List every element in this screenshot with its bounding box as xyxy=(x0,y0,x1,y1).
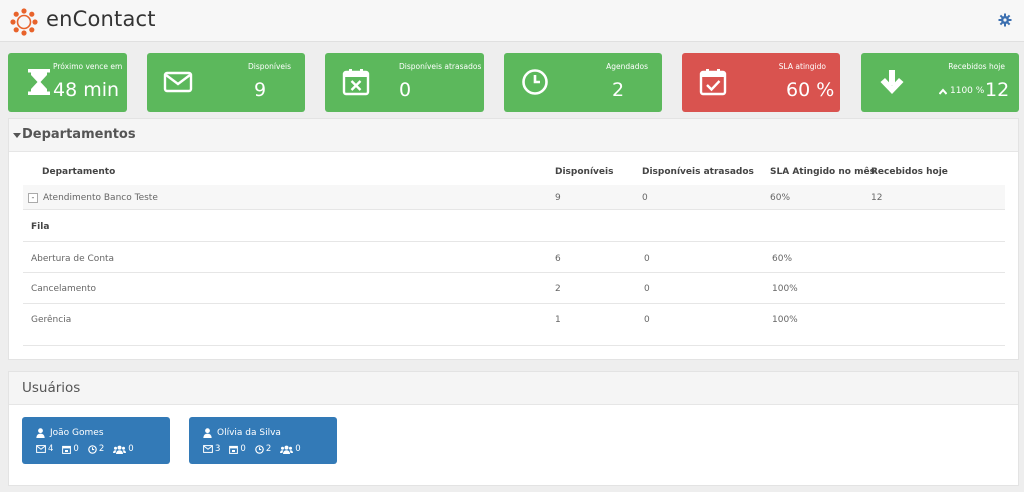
tile-label: Agendados xyxy=(606,62,648,71)
table-header-row: Departamento Disponíveis Disponíveis atr… xyxy=(23,152,1005,185)
collapse-toggle-button[interactable]: - xyxy=(28,193,38,203)
department-name: Atendimento Banco Teste xyxy=(43,193,158,203)
user-calendar-count: 0 xyxy=(73,444,79,454)
col-header-sla: SLA Atingido no mês xyxy=(770,167,875,177)
user-messages-count: 4 xyxy=(48,444,54,454)
tile-label: Próximo vence em xyxy=(53,62,123,71)
tile-disponiveis-atrasados[interactable]: Disponíveis atrasados 0 xyxy=(325,53,484,112)
user-clock-count: 2 xyxy=(265,444,272,454)
departments-table: Departamento Disponíveis Disponíveis atr… xyxy=(23,152,1005,347)
queue-header-fila: Fila xyxy=(31,222,50,232)
col-header-recebidos: Recebidos hoje xyxy=(871,167,948,177)
users-panel-header: Usuários xyxy=(9,372,1018,405)
department-disponiveis: 9 xyxy=(555,193,561,203)
user-stat-groups: 0 xyxy=(280,444,301,454)
user-groups-count: 0 xyxy=(128,444,134,454)
user-messages-count: 3 xyxy=(215,444,221,454)
tile-label: Disponíveis atrasados xyxy=(399,62,482,71)
calendar-check-icon xyxy=(699,69,727,96)
user-icon xyxy=(203,428,212,438)
queue-atrasados: 0 xyxy=(644,284,650,294)
queue-name: Gerência xyxy=(31,315,72,325)
user-card[interactable]: Olívia da Silva 3 0 2 0 xyxy=(189,417,337,464)
envelope-icon xyxy=(203,445,213,453)
tile-agendados[interactable]: Agendados 2 xyxy=(504,53,662,112)
tile-value: 48 min xyxy=(53,79,120,101)
col-header-departamento: Departamento xyxy=(42,167,116,177)
envelope-icon xyxy=(163,71,193,93)
department-recebidos: 12 xyxy=(871,193,883,203)
brand-name[interactable]: enContact xyxy=(46,7,156,31)
queue-disponiveis: 1 xyxy=(555,315,561,325)
calendar-icon xyxy=(229,445,239,454)
queue-name: Abertura de Conta xyxy=(31,254,115,264)
tile-value: 0 xyxy=(399,79,412,101)
envelope-icon xyxy=(36,445,46,453)
users-title: Usuários xyxy=(22,380,81,396)
user-stat-calendar: 0 xyxy=(62,444,79,454)
tile-label: Recebidos hoje xyxy=(948,62,1005,71)
user-icon xyxy=(36,428,45,438)
tile-value: 9 xyxy=(254,79,267,101)
user-calendar-count: 0 xyxy=(240,444,246,454)
user-name: Olívia da Silva xyxy=(217,428,281,438)
departments-title: Departamentos xyxy=(22,127,136,142)
user-stat-clock: 2 xyxy=(88,444,104,454)
queue-disponiveis: 6 xyxy=(555,254,561,264)
arrow-down-icon xyxy=(880,70,904,94)
users-group-icon xyxy=(280,445,294,454)
user-card[interactable]: João Gomes 4 0 2 0 xyxy=(22,417,170,464)
user-stats: 3 0 2 0 xyxy=(203,444,310,454)
queue-sla: 100% xyxy=(772,315,798,325)
clock-icon xyxy=(255,444,264,454)
hourglass-icon xyxy=(28,69,50,95)
department-sla: 60% xyxy=(770,193,791,203)
tile-value: 60 % xyxy=(786,79,835,101)
queue-sla: 60% xyxy=(772,254,793,264)
user-stats: 4 0 2 0 xyxy=(36,444,143,454)
queue-row[interactable]: Abertura de Conta 6 0 60% xyxy=(23,242,1005,273)
calendar-x-icon xyxy=(342,69,370,96)
caret-down-icon[interactable] xyxy=(13,133,21,138)
gear-icon[interactable] xyxy=(998,13,1012,27)
queue-header-row: Fila xyxy=(23,210,1005,242)
tile-value: 12 xyxy=(985,79,1010,101)
tile-trend: 1100 % xyxy=(950,86,985,96)
tile-recebidos-hoje[interactable]: Recebidos hoje 1100 % 12 xyxy=(861,53,1019,112)
user-groups-count: 0 xyxy=(295,444,301,454)
user-stat-clock: 2 xyxy=(255,444,271,454)
encontact-logo-icon xyxy=(10,8,38,36)
user-stat-groups: 0 xyxy=(113,444,134,454)
chevron-up-icon xyxy=(939,88,947,95)
department-row[interactable]: - Atendimento Banco Teste 9 0 60% 12 xyxy=(23,185,1005,210)
tile-label: Disponíveis xyxy=(248,62,291,71)
col-header-atrasados: Disponíveis atrasados xyxy=(642,167,754,177)
queue-row[interactable]: Gerência 1 0 100% xyxy=(23,304,1005,346)
tile-value: 2 xyxy=(612,79,625,101)
user-stat-messages: 4 xyxy=(36,444,53,454)
queue-row[interactable]: Cancelamento 2 0 100% xyxy=(23,273,1005,304)
tile-sla-atingido[interactable]: SLA atingido 60 % xyxy=(682,53,840,112)
top-bar: enContact xyxy=(0,0,1024,42)
queue-name: Cancelamento xyxy=(31,284,97,294)
queue-atrasados: 0 xyxy=(644,254,650,264)
departments-panel: Departamentos Departamento Disponíveis D… xyxy=(8,118,1019,360)
user-clock-count: 2 xyxy=(98,444,105,454)
col-header-disponiveis: Disponíveis xyxy=(555,167,614,177)
tile-proximo-vence[interactable]: Próximo vence em 48 min xyxy=(8,53,127,112)
clock-icon xyxy=(522,69,548,95)
queue-sla: 100% xyxy=(772,284,798,294)
user-name: João Gomes xyxy=(50,428,104,438)
department-atrasados: 0 xyxy=(642,193,648,203)
users-group-icon xyxy=(113,445,127,454)
user-stat-messages: 3 xyxy=(203,444,220,454)
user-stat-calendar: 0 xyxy=(229,444,246,454)
clock-icon xyxy=(88,444,97,454)
tile-disponiveis[interactable]: Disponíveis 9 xyxy=(147,53,305,112)
departments-panel-header[interactable]: Departamentos xyxy=(9,119,1018,152)
calendar-icon xyxy=(62,445,72,454)
queue-atrasados: 0 xyxy=(644,315,650,325)
tile-label: SLA atingido xyxy=(778,62,826,71)
queue-disponiveis: 2 xyxy=(555,284,561,294)
